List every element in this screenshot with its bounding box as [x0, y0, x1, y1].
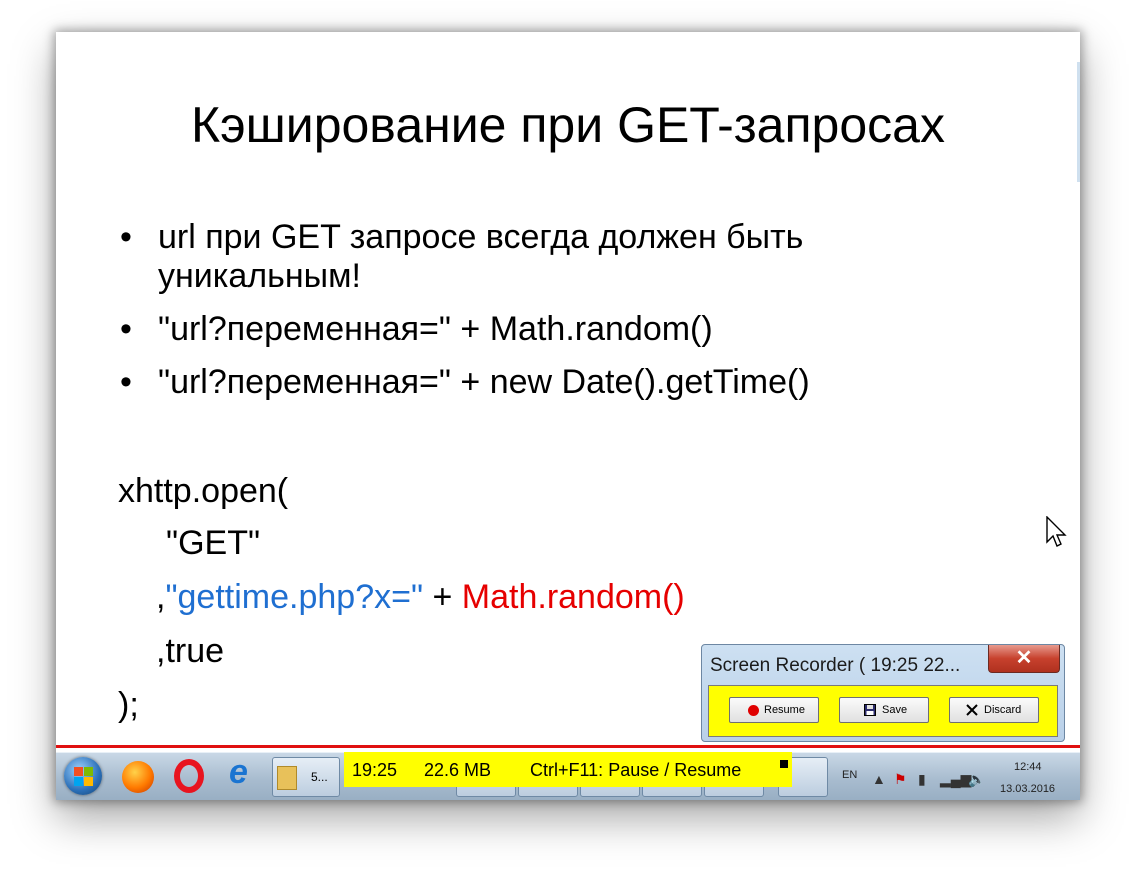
red-divider — [56, 745, 1080, 748]
bullet-dot: • — [120, 310, 132, 348]
resume-button[interactable]: Resume — [729, 697, 819, 723]
windows-logo-icon — [74, 767, 83, 776]
discard-button[interactable]: Discard — [949, 697, 1039, 723]
x-icon — [966, 704, 978, 716]
mouse-cursor-icon — [1046, 516, 1067, 547]
code-random-call: Math.random() — [461, 578, 685, 616]
code-line-async: ,true — [156, 632, 225, 670]
floppy-disk-icon — [864, 704, 876, 716]
bullet-item: • "url?переменная=" + new Date().getTime… — [116, 363, 996, 402]
recorder-controls: Resume Save Discard — [708, 685, 1058, 737]
bullet-list: • url при GET запросе всегда должен быть… — [116, 218, 996, 416]
bullet-dot: • — [120, 363, 132, 401]
recorder-title: Screen Recorder ( 19:25 22... — [710, 655, 961, 676]
show-hidden-icons-icon[interactable]: ▲ — [872, 771, 886, 787]
clock-time[interactable]: 12:44 — [1014, 761, 1042, 773]
stop-square-icon — [780, 760, 788, 768]
language-indicator[interactable]: EN — [842, 769, 857, 781]
screen-recorder-window[interactable]: Screen Recorder ( 19:25 22... ✕ Resume S… — [701, 644, 1065, 742]
bullet-item: • "url?переменная=" + Math.random() — [116, 310, 996, 349]
recording-time: 19:25 — [352, 760, 398, 780]
clock-date[interactable]: 13.03.2016 — [1000, 783, 1055, 795]
battery-icon[interactable]: ▮ — [918, 771, 926, 788]
code-plus: + — [423, 578, 462, 616]
windows-logo-pane — [84, 777, 93, 786]
taskbar-item-folder[interactable]: 5... — [272, 757, 340, 797]
folder-icon — [277, 766, 297, 790]
action-center-flag-icon[interactable]: ⚑ — [894, 771, 907, 788]
bullet-dot: • — [120, 218, 132, 256]
bullet-text: url при GET запросе всегда должен быть — [158, 218, 804, 256]
resume-label: Resume — [764, 704, 805, 716]
firefox-icon[interactable] — [122, 761, 154, 793]
taskbar-item-label: 5... — [311, 770, 328, 784]
presentation-window: Кэширование при GET-запросах • url при G… — [56, 32, 1080, 800]
discard-label: Discard — [984, 704, 1022, 716]
volume-icon[interactable]: 🔈 — [968, 771, 985, 788]
bullet-text: "url?переменная=" + new Date().getTime() — [158, 363, 810, 401]
code-line-close: ); — [118, 686, 139, 724]
start-button[interactable] — [64, 757, 102, 795]
windows-logo-pane — [84, 767, 93, 776]
code-line-url: ,"gettime.php?x=" + Math.random() — [156, 578, 685, 617]
slide-title: Кэширование при GET-запросах — [191, 97, 945, 153]
bullet-text: "url?переменная=" + Math.random() — [158, 310, 713, 348]
code-line-open: xhttp.open( — [118, 472, 289, 510]
recording-size: 22.6 MB — [424, 760, 492, 780]
bullet-text-continued: уникальным! — [158, 257, 361, 295]
record-dot-icon — [748, 705, 759, 716]
opera-icon[interactable] — [174, 759, 204, 793]
save-label: Save — [882, 704, 908, 716]
recording-hint: Ctrl+F11: Pause / Resume — [530, 760, 742, 780]
code-url-string: "gettime.php?x=" — [165, 578, 424, 616]
ie-icon[interactable]: e — [229, 753, 248, 791]
recorder-close-button[interactable]: ✕ — [988, 645, 1060, 673]
save-button[interactable]: Save — [839, 697, 929, 723]
signal-icon[interactable]: ▂▄▆ — [940, 771, 971, 788]
windows-logo-pane — [74, 777, 83, 786]
code-line-method: "GET" — [166, 524, 261, 562]
recording-status-bar: 19:25 22.6 MB Ctrl+F11: Pause / Resume — [344, 752, 792, 787]
bullet-item: • url при GET запросе всегда должен быть… — [116, 218, 996, 296]
